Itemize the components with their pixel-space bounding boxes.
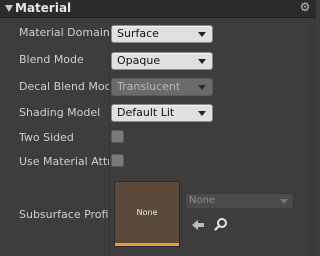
asset-type-color-bar xyxy=(115,243,179,246)
shading-model-dropdown[interactable]: Default Lit xyxy=(111,104,213,122)
dropdown-caret-icon xyxy=(198,85,206,90)
decal-blend-mode-value: Translucent xyxy=(117,80,181,93)
material-domain-value: Surface xyxy=(117,27,159,40)
two-sided-label: Two Sided xyxy=(19,131,74,144)
blend-mode-label: Blend Mode xyxy=(19,53,84,66)
use-material-attributes-label: Use Material Attri xyxy=(19,155,109,168)
dropdown-caret-icon xyxy=(198,59,206,64)
decal-blend-mode-label: Decal Blend Mode xyxy=(19,80,109,93)
use-material-attributes-checkbox[interactable] xyxy=(111,154,124,167)
dropdown-caret-icon xyxy=(280,199,288,204)
dropdown-caret-icon xyxy=(198,32,206,37)
blend-mode-value: Opaque xyxy=(117,54,161,67)
subsurface-profile-asset-picker[interactable]: None xyxy=(185,193,294,209)
details-panel: Material ⚙ Material Domain Surface Blend… xyxy=(0,0,316,256)
shading-model-label: Shading Model xyxy=(19,106,101,119)
use-selected-arrow-icon[interactable] xyxy=(191,217,205,231)
browse-magnifier-icon[interactable] xyxy=(214,216,228,231)
asset-picker-value: None xyxy=(189,195,216,206)
two-sided-checkbox[interactable] xyxy=(111,130,124,143)
dropdown-caret-icon xyxy=(198,111,206,116)
section-header-material[interactable]: Material ⚙ xyxy=(0,0,316,18)
material-domain-label: Material Domain xyxy=(19,26,109,39)
column-divider[interactable] xyxy=(109,18,110,256)
section-title: Material xyxy=(15,1,72,15)
scrollbar[interactable] xyxy=(310,18,316,256)
subsurface-profile-label: Subsurface Profil xyxy=(19,208,109,221)
expand-arrow-icon[interactable] xyxy=(5,5,13,12)
subsurface-profile-thumbnail[interactable]: None xyxy=(114,181,180,247)
shading-model-value: Default Lit xyxy=(117,106,175,119)
blend-mode-dropdown[interactable]: Opaque xyxy=(111,52,213,70)
thumbnail-label: None xyxy=(136,208,158,217)
material-domain-dropdown[interactable]: Surface xyxy=(111,25,213,43)
gear-icon[interactable]: ⚙ xyxy=(298,0,312,14)
decal-blend-mode-dropdown[interactable]: Translucent xyxy=(111,78,213,96)
